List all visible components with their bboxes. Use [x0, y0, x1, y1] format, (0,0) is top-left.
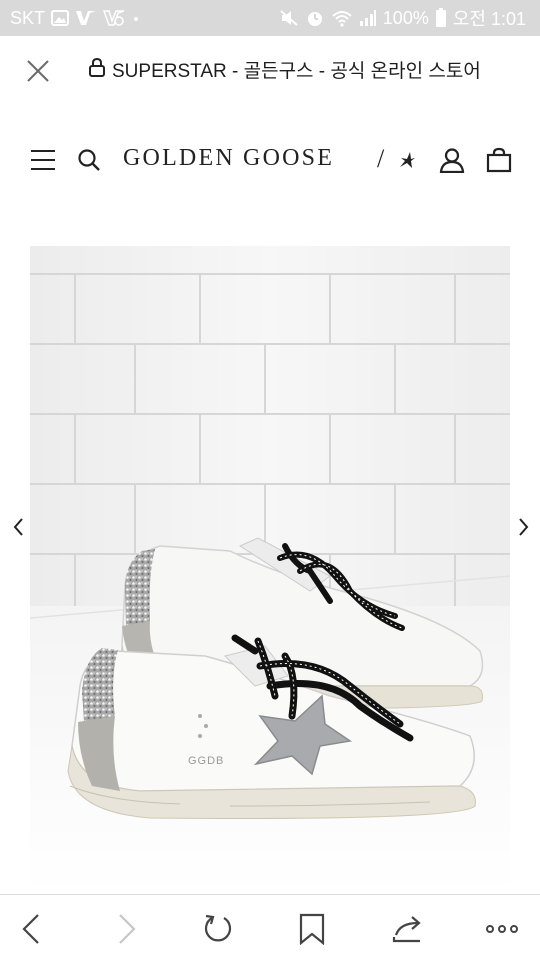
page-title-area[interactable]: SUPERSTAR - 골든구스 - 공식 온라인 스토어: [88, 36, 526, 102]
back-icon[interactable]: [16, 913, 52, 945]
prev-image-arrow[interactable]: [8, 514, 28, 540]
wifi-icon: [331, 9, 353, 27]
v-logo-icon: [75, 9, 97, 27]
battery-label: 100%: [382, 7, 429, 28]
v-logo-outline-icon: [103, 9, 125, 27]
image-icon: [51, 10, 70, 26]
signal-icon: [359, 9, 377, 27]
carrier-label: SKT: [10, 7, 46, 28]
browser-title-bar: SUPERSTAR - 골든구스 - 공식 온라인 스토어: [0, 36, 540, 103]
product-image[interactable]: GGDB: [30, 246, 510, 894]
account-icon[interactable]: [439, 147, 465, 178]
brand-slash: /: [377, 144, 385, 173]
more-icon[interactable]: [484, 913, 520, 945]
forward-icon[interactable]: [108, 913, 144, 945]
site-header: GOLDEN GOOSE /: [0, 102, 540, 218]
shoe-logo-text: GGDB: [188, 755, 224, 767]
search-icon[interactable]: [77, 148, 101, 177]
page-title: SUPERSTAR - 골든구스 - 공식 온라인 스토어: [112, 60, 481, 82]
browser-bottom-nav: [0, 894, 540, 961]
close-icon[interactable]: [24, 57, 52, 85]
share-icon[interactable]: [390, 913, 426, 945]
alarm-icon: [305, 9, 325, 27]
status-bar: SKT 100% 오전 1:01: [0, 0, 540, 36]
star-icon[interactable]: [398, 151, 416, 174]
product-gallery: GGDB: [0, 218, 540, 894]
mute-icon: [279, 9, 299, 27]
brand-logo[interactable]: GOLDEN GOOSE: [123, 145, 334, 172]
clock: 오전 1:01: [452, 9, 526, 29]
refresh-icon[interactable]: [200, 913, 236, 945]
battery-icon: [435, 8, 447, 28]
next-image-arrow[interactable]: [514, 514, 534, 540]
dot-icon: [131, 13, 141, 23]
lock-icon: [88, 57, 106, 82]
bag-icon[interactable]: [486, 147, 512, 178]
bookmark-icon[interactable]: [294, 913, 330, 946]
menu-icon[interactable]: [30, 148, 56, 177]
